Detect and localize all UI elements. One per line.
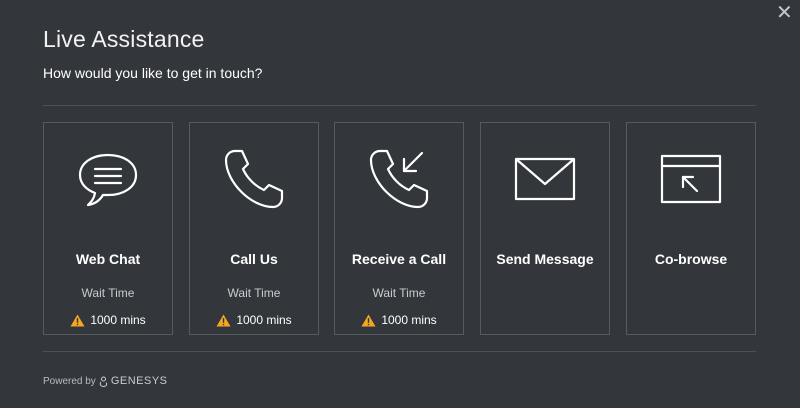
genesys-logo-icon: [99, 376, 107, 387]
brand-name: GENESYS: [110, 375, 168, 387]
web-chat-card[interactable]: Web Chat Wait Time 1000 mins: [43, 122, 173, 335]
wait-time-value: 1000 mins: [335, 313, 463, 327]
top-divider: [43, 105, 756, 106]
warning-icon: [70, 314, 85, 326]
wait-time-text: 1000 mins: [90, 313, 146, 327]
close-button[interactable]: ✕: [776, 3, 793, 23]
wait-time-label: Wait Time: [227, 286, 281, 300]
card-label: Receive a Call: [351, 251, 447, 267]
wait-time-text: 1000 mins: [236, 313, 292, 327]
wait-time-label: Wait Time: [372, 286, 426, 300]
send-message-card[interactable]: Send Message: [480, 122, 610, 335]
envelope-icon: [481, 147, 609, 211]
live-assistance-dialog: ✕ Live Assistance How would you like to …: [0, 0, 800, 408]
contact-options: Web Chat Wait Time 1000 mins Call Us Wai…: [43, 122, 756, 335]
chat-bubble-icon: [44, 147, 172, 211]
call-us-card[interactable]: Call Us Wait Time 1000 mins: [189, 122, 319, 335]
powered-by-text: Powered by: [43, 375, 96, 387]
wait-time-value: 1000 mins: [44, 313, 172, 327]
co-browse-card[interactable]: Co-browse: [626, 122, 756, 335]
browser-pointer-icon: [627, 147, 755, 211]
dialog-subtitle: How would you like to get in touch?: [43, 65, 263, 81]
wait-time-label: Wait Time: [81, 286, 135, 300]
card-label: Web Chat: [75, 251, 141, 267]
phone-icon: [190, 147, 318, 211]
card-label: Call Us: [230, 251, 278, 267]
wait-time-text: 1000 mins: [381, 313, 437, 327]
warning-icon: [361, 314, 376, 326]
warning-icon: [216, 314, 231, 326]
receive-a-call-card[interactable]: Receive a Call Wait Time 1000 mins: [334, 122, 464, 335]
bottom-divider: [43, 351, 756, 352]
card-label: Co-browse: [654, 251, 728, 267]
phone-incoming-icon: [335, 147, 463, 211]
card-label: Send Message: [496, 251, 594, 267]
wait-time-value: 1000 mins: [190, 313, 318, 327]
powered-by-footer: Powered by GENESYS: [43, 375, 168, 387]
dialog-title: Live Assistance: [43, 26, 205, 52]
